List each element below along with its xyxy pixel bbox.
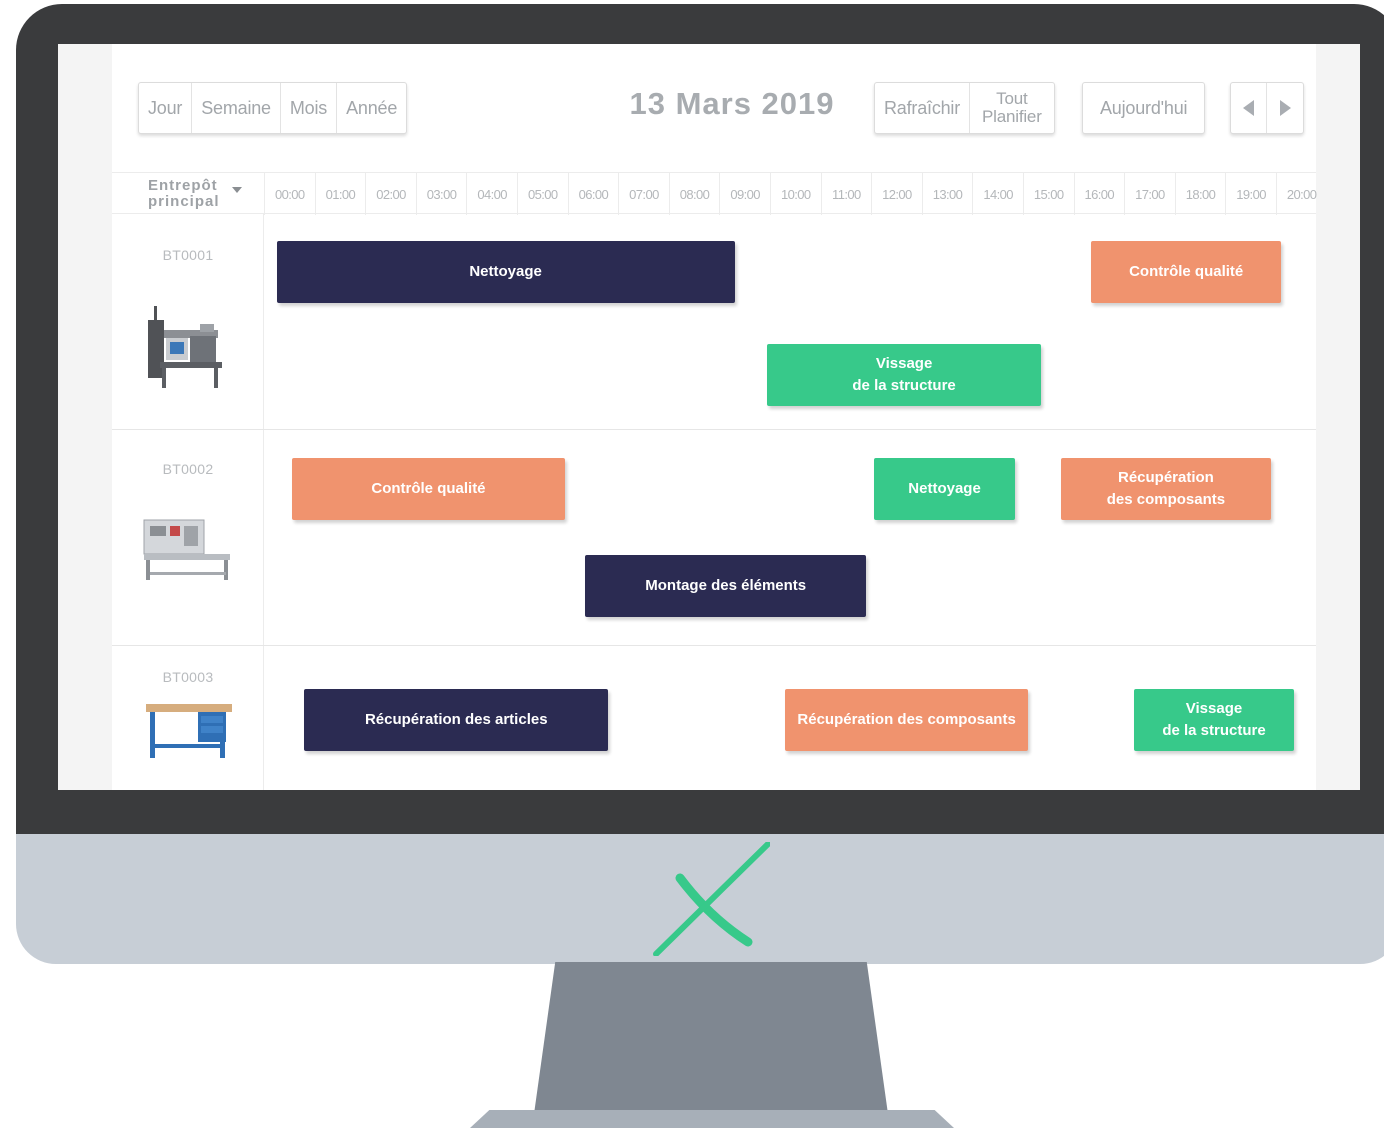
hour-label: 12:00: [871, 173, 922, 215]
today-button[interactable]: Aujourd'hui: [1083, 83, 1204, 133]
hour-label: 09:00: [719, 173, 770, 215]
brand-logo-icon: [653, 842, 770, 956]
lane-divider: [112, 645, 1316, 646]
task-bar[interactable]: Nettoyage: [873, 458, 1016, 520]
workbench-drawers-image: [146, 704, 232, 758]
task-bar[interactable]: Vissage de la structure: [1134, 689, 1294, 751]
lane-divider: [112, 429, 1316, 430]
resource-name-bt0002: BT0002: [162, 461, 214, 477]
view-year-button[interactable]: Année: [337, 83, 406, 133]
warehouse-label: Entrepôt principal: [148, 178, 228, 210]
today-group: Aujourd'hui: [1082, 82, 1206, 134]
plan-all-button[interactable]: Tout Planifier: [970, 83, 1054, 133]
hour-label: 07:00: [618, 173, 669, 215]
warehouse-label-line-1: Entrepôt: [148, 177, 218, 195]
task-bar[interactable]: Récupération des articles: [304, 689, 609, 751]
hour-label: 19:00: [1225, 173, 1276, 215]
hour-label: 16:00: [1073, 173, 1125, 215]
plan-all-line-1: Tout: [996, 89, 1028, 109]
hour-scale: 00:00 01:00 02:00 03:00 04:00 05:00 06:00 07:00…: [264, 173, 1317, 215]
hour-label: 05:00: [516, 173, 568, 215]
previous-button[interactable]: [1231, 83, 1267, 133]
resource-name-bt0001: BT0001: [162, 247, 214, 263]
view-month-button[interactable]: Mois: [281, 83, 338, 133]
hour-label: 14:00: [972, 173, 1023, 215]
task-bar[interactable]: Récupération des composants: [785, 689, 1029, 751]
hour-label: 11:00: [820, 173, 872, 215]
workstation-machine-image: [148, 306, 222, 388]
task-bar[interactable]: Récupération des composants: [1060, 458, 1271, 520]
monitor-neck: [534, 962, 888, 1114]
monitor-screen: Jour Semaine Mois Année 13 Mars 2019 Raf…: [58, 44, 1360, 790]
hour-label: 18:00: [1174, 173, 1226, 215]
warehouse-selector[interactable]: Entrepôt principal: [112, 173, 264, 215]
timeline-header: Entrepôt principal 00:00 01:00 02:00 03:00 0…: [112, 172, 1317, 215]
view-day-button[interactable]: Jour: [139, 83, 193, 133]
date-navigation: [1230, 82, 1304, 134]
caret-down-icon: [232, 187, 242, 193]
plan-all-line-2: Planifier: [982, 107, 1042, 126]
monitor-foot: [470, 1110, 954, 1128]
hour-label: 10:00: [769, 173, 821, 215]
task-bar[interactable]: Contrôle qualité: [1091, 241, 1282, 303]
view-switcher: Jour Semaine Mois Année: [138, 82, 408, 134]
hour-label: 13:00: [921, 173, 973, 215]
test-bench-image: [143, 519, 230, 580]
hour-label: 17:00: [1124, 173, 1175, 215]
chevron-left-icon: [1243, 100, 1254, 116]
hour-label: 04:00: [466, 173, 517, 215]
view-week-button[interactable]: Semaine: [192, 83, 281, 133]
hour-label: 06:00: [567, 173, 619, 215]
hour-label: 03:00: [415, 173, 467, 215]
hour-label: 00:00: [264, 173, 315, 215]
hour-label: 01:00: [314, 173, 366, 215]
task-bar[interactable]: Vissage de la structure: [767, 344, 1041, 406]
task-bar[interactable]: Contrôle qualité: [291, 458, 566, 520]
hour-label: 08:00: [668, 173, 720, 215]
resource-name-bt0003: BT0003: [162, 669, 214, 685]
warehouse-label-line-2: principal: [148, 193, 220, 210]
action-buttons: Rafraîchir Tout Planifier: [874, 82, 1055, 134]
refresh-button[interactable]: Rafraîchir: [875, 83, 971, 133]
task-bar[interactable]: Montage des éléments: [585, 555, 867, 617]
chevron-right-icon: [1279, 100, 1291, 116]
hour-label: 20:00: [1275, 173, 1327, 215]
hour-label: 02:00: [365, 173, 416, 215]
task-bar[interactable]: Nettoyage: [276, 241, 735, 303]
next-button[interactable]: [1267, 83, 1303, 133]
hour-label: 15:00: [1022, 173, 1074, 215]
planning-app: Jour Semaine Mois Année 13 Mars 2019 Raf…: [112, 44, 1317, 790]
